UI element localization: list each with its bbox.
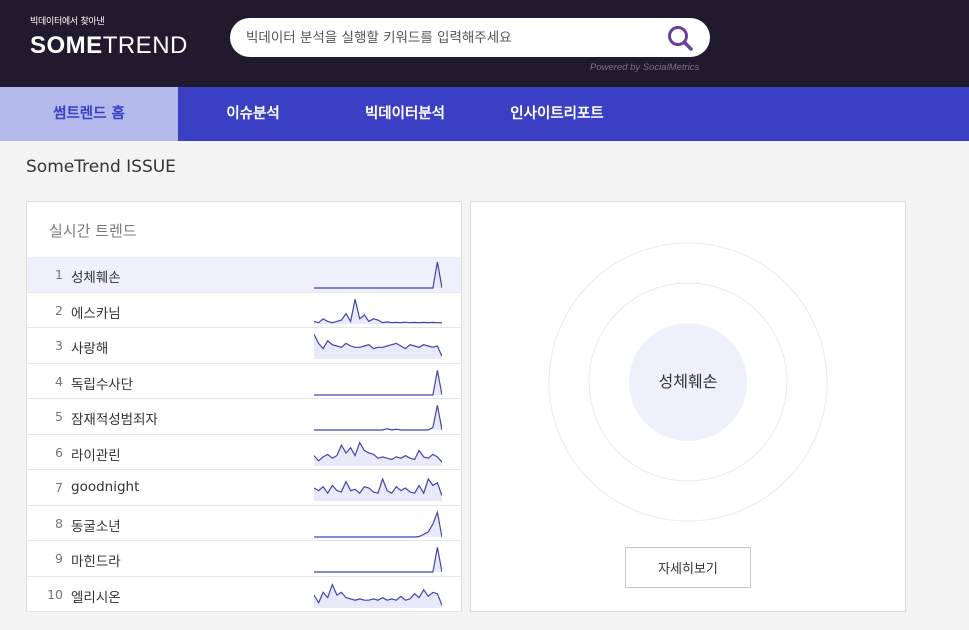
- trend-row[interactable]: 8 동굴소년: [27, 506, 461, 541]
- logo-wordmark-bold: SOME: [30, 32, 103, 59]
- trend-sparkline: [314, 477, 442, 501]
- search-input[interactable]: [246, 26, 656, 49]
- trend-keyword[interactable]: 사랑해: [71, 337, 108, 357]
- search-icon[interactable]: [666, 24, 694, 52]
- trend-keyword[interactable]: 라이관린: [71, 444, 121, 464]
- realtime-trend-heading: 실시간 트렌드: [49, 222, 137, 240]
- sparkline-line: [314, 405, 442, 431]
- sparkline-area: [314, 547, 442, 572]
- logo-tagline: 빅데이터에서 찾아낸: [30, 17, 105, 27]
- tab-bigdata-analysis[interactable]: 빅데이터분석: [346, 87, 464, 141]
- trend-rank: 7: [55, 480, 63, 495]
- sparkline-line: [314, 547, 442, 573]
- trend-rank: 6: [55, 444, 63, 460]
- trend-row[interactable]: 9 마힌드라: [27, 541, 461, 577]
- trend-row[interactable]: 3 사랑해: [27, 328, 461, 364]
- main-nav: 썸트렌드 홈 이슈분석 빅데이터분석 인사이트리포트: [0, 87, 969, 141]
- trend-sparkline: [314, 440, 442, 466]
- header-bar: 빅데이터에서 찾아낸 SOMETREND Powered by SocialMe…: [0, 0, 969, 87]
- section-title: SomeTrend ISSUE: [26, 157, 176, 177]
- trend-keyword[interactable]: 마힌드라: [71, 550, 121, 570]
- realtime-trend-list: 1 성체훼손 2 에스카님 3 사랑해 4 독립수사단 5 잠재적성범죄자 6 라이관린 7 goodni…: [27, 257, 461, 612]
- trend-rank: 5: [55, 409, 63, 424]
- trend-rank: 2: [55, 302, 63, 318]
- trend-sparkline: [314, 405, 442, 431]
- tab-insight-report[interactable]: 인사이트리포트: [496, 87, 618, 141]
- center-keyword[interactable]: 성체훼손: [628, 322, 748, 442]
- realtime-trend-panel: 실시간 트렌드 1 성체훼손 2 에스카님 3 사랑해 4 독립수사단 5 잠재적성범죄자 6 라이관…: [26, 201, 462, 612]
- trend-keyword[interactable]: 성체훼손: [71, 266, 121, 286]
- trend-row[interactable]: 2 에스카님: [27, 293, 461, 328]
- trend-rank: 1: [55, 267, 63, 282]
- trend-keyword[interactable]: 독립수사단: [71, 373, 133, 393]
- trend-rank: 4: [55, 373, 63, 389]
- powered-by-text: Powered by SocialMetrics: [590, 62, 700, 73]
- sparkline-line: [314, 298, 442, 323]
- trend-sparkline: [314, 369, 442, 396]
- search-box: [230, 18, 710, 57]
- sparkline-area: [314, 334, 442, 359]
- sparkline-area: [314, 405, 442, 430]
- trend-sparkline: [314, 547, 442, 573]
- logo-wordmark-light: TREND: [102, 32, 188, 59]
- logo-wordmark: SOMETREND: [30, 32, 188, 60]
- tab-home[interactable]: 썸트렌드 홈: [0, 87, 178, 141]
- sometrend-logo[interactable]: 빅데이터에서 찾아낸 SOMETREND: [30, 14, 188, 60]
- sparkline-line: [314, 369, 442, 396]
- trend-sparkline: [314, 582, 442, 608]
- sparkline-line: [314, 261, 442, 289]
- sparkline-area: [314, 369, 442, 395]
- sparkline-area: [314, 262, 442, 288]
- trend-row[interactable]: 5 잠재적성범죄자: [27, 399, 461, 435]
- trend-sparkline: [314, 298, 442, 324]
- trend-keyword[interactable]: goodnight: [71, 479, 139, 495]
- trend-row[interactable]: 1 성체훼손: [27, 257, 461, 293]
- sparkline-line: [314, 509, 442, 538]
- sparkline-area: [314, 442, 442, 466]
- trend-row[interactable]: 10 엘리시온: [27, 577, 461, 612]
- sparkline-area: [314, 511, 442, 537]
- trend-keyword[interactable]: 엘리시온: [71, 586, 121, 606]
- trend-keyword[interactable]: 동굴소년: [71, 515, 121, 535]
- tab-issue-analysis[interactable]: 이슈분석: [200, 87, 306, 141]
- sparkline-area: [314, 478, 442, 501]
- trend-rank: 9: [55, 551, 63, 566]
- trend-row[interactable]: 6 라이관린: [27, 435, 461, 470]
- trend-sparkline: [314, 261, 442, 289]
- trend-sparkline: [314, 334, 442, 359]
- view-details-button[interactable]: 자세히보기: [625, 547, 751, 588]
- trend-rank: 8: [55, 515, 63, 531]
- trend-rank: 10: [47, 586, 63, 602]
- trend-rank: 3: [55, 338, 63, 353]
- trend-sparkline: [314, 509, 442, 538]
- trend-row[interactable]: 7 goodnight: [27, 470, 461, 506]
- trend-keyword[interactable]: 에스카님: [71, 302, 121, 322]
- issue-keyword-panel: 성체훼손 자세히보기: [470, 201, 906, 612]
- trend-row[interactable]: 4 독립수사단: [27, 364, 461, 399]
- trend-keyword[interactable]: 잠재적성범죄자: [71, 408, 158, 428]
